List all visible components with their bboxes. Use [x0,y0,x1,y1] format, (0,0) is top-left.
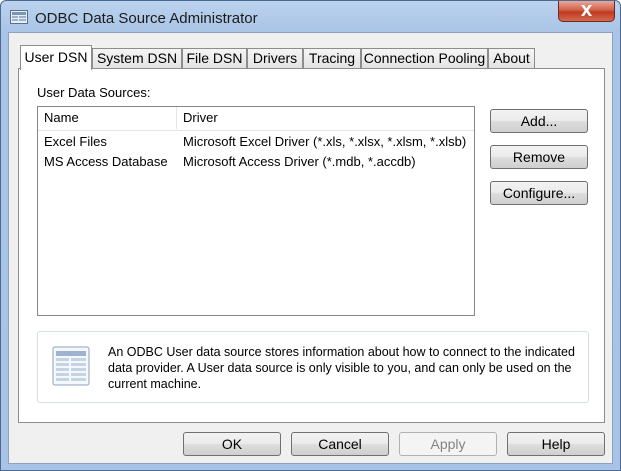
list-item-driver: Microsoft Excel Driver (*.xls, *.xlsx, *… [183,134,467,149]
odbc-app-icon [10,10,28,24]
tab-about[interactable]: About [488,48,535,68]
list-item-name: MS Access Database [44,154,168,169]
dialog-client-area: User DSN System DSN File DSN Drivers Tra… [8,32,613,464]
dialog-window: ODBC Data Source Administrator X User DS… [0,0,621,471]
ok-button[interactable]: OK [183,432,281,456]
list-header: Name Driver [38,107,474,131]
tab-connection-pooling[interactable]: Connection Pooling [361,48,488,68]
tab-drivers[interactable]: Drivers [247,48,303,68]
close-icon: X [580,2,593,20]
tab-user-dsn[interactable]: User DSN [20,45,92,70]
list-item-name: Excel Files [44,134,107,149]
list-item[interactable]: Excel Files Microsoft Excel Driver (*.xl… [38,132,474,152]
window-title: ODBC Data Source Administrator [35,10,258,27]
remove-button[interactable]: Remove [490,145,588,169]
apply-button[interactable]: Apply [399,432,497,456]
list-item[interactable]: MS Access Database Microsoft Access Driv… [38,152,474,172]
tab-file-dsn[interactable]: File DSN [182,48,247,68]
help-button[interactable]: Help [507,432,605,456]
list-item-driver: Microsoft Access Driver (*.mdb, *.accdb) [183,154,416,169]
info-box: An ODBC User data source stores informat… [37,331,589,403]
tab-tracing[interactable]: Tracing [303,48,361,68]
cancel-button[interactable]: Cancel [291,432,389,456]
tab-panel-user-dsn: User Data Sources: Name Driver Excel Fil… [18,68,605,423]
column-header-driver[interactable]: Driver [177,107,474,129]
configure-button[interactable]: Configure... [490,181,588,205]
datasource-info-icon [52,346,90,386]
tab-system-dsn[interactable]: System DSN [92,48,182,68]
info-description: An ODBC User data source stores informat… [108,345,575,391]
data-sources-list[interactable]: Name Driver Excel Files Microsoft Excel … [37,106,475,316]
add-button[interactable]: Add... [490,109,588,133]
user-data-sources-label: User Data Sources: [37,85,151,100]
column-header-name[interactable]: Name [38,107,177,129]
close-button[interactable]: X [558,1,615,22]
